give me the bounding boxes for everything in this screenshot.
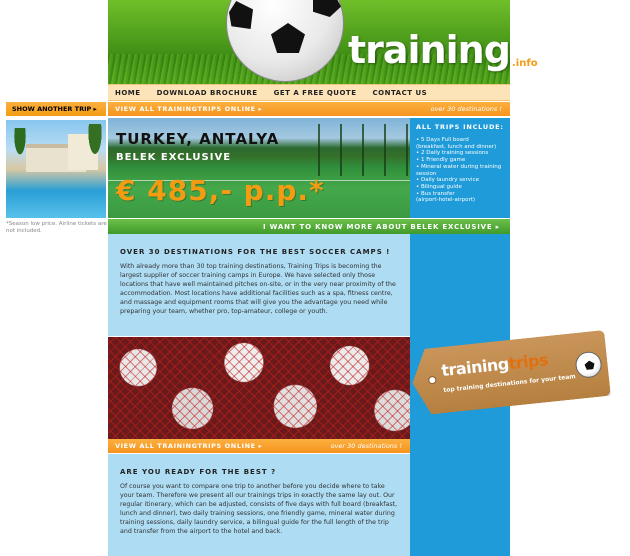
site-logo[interactable]: trainingtrips	[348, 28, 510, 72]
nav-download-brochure[interactable]: DOWNLOAD BROCHURE	[157, 89, 258, 97]
nav-home[interactable]: HOME	[115, 89, 141, 97]
hero-trip-banner[interactable]: TURKEY, ANTALYA BELEK EXCLUSIVE € 485,- …	[108, 118, 410, 218]
view-all-link[interactable]: VIEW ALL TRAININGTRIPS ONLINE ▸	[115, 105, 262, 113]
show-another-trip-label: SHOW ANOTHER TRIP ▸	[12, 105, 97, 113]
hero-price: € 485,- p.p.*	[116, 174, 325, 207]
list-item: (breakfast, lunch and dinner)	[416, 143, 497, 150]
includes-heading: ALL TRIPS INCLUDE:	[416, 123, 504, 131]
header-banner: trainingtrips	[108, 0, 510, 84]
logo-main-text: training	[348, 28, 510, 72]
nav-free-quote[interactable]: GET A FREE QUOTE	[274, 89, 357, 97]
list-item: • Daily laundry service	[416, 177, 479, 184]
hero-subtitle: BELEK EXCLUSIVE	[116, 152, 232, 163]
destinations-section: OVER 30 DESTINATIONS FOR THE BEST SOCCER…	[108, 234, 410, 336]
season-price-note: *Season low price. Airline tickets are n…	[6, 221, 107, 234]
list-item: session	[416, 170, 437, 177]
list-item: • 1 Friendly game	[416, 157, 466, 164]
list-item: • Bus transfer	[416, 190, 455, 197]
section-body: With already more than 30 top training d…	[120, 263, 396, 315]
palm-trees	[308, 124, 408, 176]
view-all-bar-bottom[interactable]: VIEW ALL TRAININGTRIPS ONLINE ▸ over 30 …	[108, 439, 410, 453]
list-item: • 2 Daily training sessions	[416, 150, 489, 157]
net-overlay	[108, 337, 410, 439]
tag-logo: trainingtrips	[440, 350, 548, 380]
hero-title: TURKEY, ANTALYA	[116, 130, 280, 148]
tag-logo-main: training	[440, 354, 510, 381]
includes-list: • 5 Days Full board (breakfast, lunch an…	[416, 137, 504, 204]
list-item: • 5 Days Full board	[416, 137, 469, 143]
know-more-link[interactable]: I WANT TO KNOW MORE ABOUT BELEK EXCLUSIV…	[263, 223, 500, 231]
section-heading: ARE YOU READY FOR THE BEST ?	[120, 468, 277, 476]
main-nav: HOME DOWNLOAD BROCHURE GET A FREE QUOTE …	[108, 84, 510, 101]
resort-pool-photo[interactable]	[6, 120, 106, 218]
logo-suffix: .info	[512, 58, 538, 69]
show-another-trip-button[interactable]: SHOW ANOTHER TRIP ▸	[6, 102, 106, 116]
list-item: • Mineral water during training	[416, 163, 502, 170]
soccer-balls-net-photo	[108, 337, 410, 439]
nav-contact-us[interactable]: CONTACT US	[373, 89, 428, 97]
destinations-count: over 30 destinations !	[330, 442, 402, 450]
destinations-count: over 30 destinations !	[430, 105, 502, 113]
list-item: (airport-hotel-airport)	[416, 197, 476, 204]
tag-logo-accent: trips	[507, 350, 549, 374]
know-more-bar[interactable]: I WANT TO KNOW MORE ABOUT BELEK EXCLUSIV…	[108, 219, 510, 234]
view-all-bar-top[interactable]: VIEW ALL TRAININGTRIPS ONLINE ▸ over 30 …	[108, 102, 510, 116]
ready-section: ARE YOU READY FOR THE BEST ? Of course y…	[108, 454, 410, 556]
section-body: Of course you want to compare one trip t…	[120, 483, 398, 535]
trip-includes-box: ALL TRIPS INCLUDE: • 5 Days Full board (…	[410, 118, 510, 218]
tag-hole-icon	[428, 376, 437, 385]
soccer-ball-icon	[574, 350, 603, 379]
view-all-link[interactable]: VIEW ALL TRAININGTRIPS ONLINE ▸	[115, 442, 262, 450]
list-item: • Bilingual guide	[416, 183, 462, 190]
section-heading: OVER 30 DESTINATIONS FOR THE BEST SOCCER…	[120, 248, 391, 256]
